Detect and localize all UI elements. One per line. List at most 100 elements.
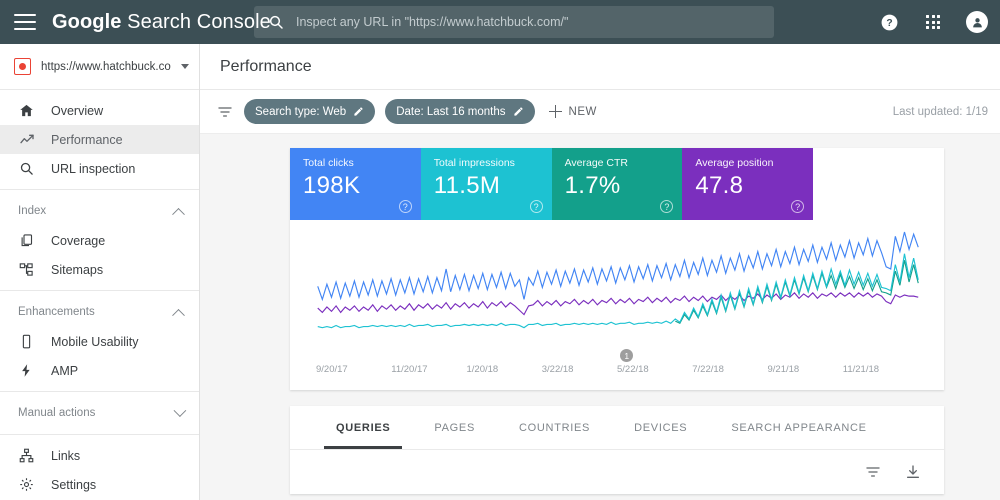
tab-queries[interactable]: QUERIES xyxy=(314,406,412,449)
top-app-bar: Google Search Console ? xyxy=(0,0,1000,44)
brand-google: Google xyxy=(52,10,122,33)
chart-x-tick-label: 11/21/18 xyxy=(842,364,880,375)
hamburger-menu-icon[interactable] xyxy=(14,14,36,30)
chart-x-tick-label: 9/20/17 xyxy=(316,364,348,375)
brand-product: Search Console xyxy=(121,10,271,33)
sitemap-icon xyxy=(18,261,35,278)
table-toolbar xyxy=(290,450,944,494)
chart-series-total-impressions xyxy=(318,232,918,299)
metric-value: 11.5M xyxy=(433,172,501,199)
last-updated-label: Last updated: 1/19 xyxy=(892,105,988,118)
search-input[interactable] xyxy=(296,15,736,29)
app-brand-title: Google Search Console xyxy=(52,11,271,34)
sidebar-section-index: Index Coverage Sitemaps xyxy=(0,190,199,291)
pages-copy-icon xyxy=(18,232,35,249)
sidebar-item-links[interactable]: Links xyxy=(0,441,199,470)
chart-x-tick-label: 5/22/18 xyxy=(617,364,649,375)
chart-series-average-ctr xyxy=(675,260,918,323)
chart-x-tick-label: 9/21/18 xyxy=(767,364,800,375)
sidebar-item-label: Sitemaps xyxy=(51,262,104,277)
performance-scroll-region[interactable]: Total clicks 198K ? Total impressions 11… xyxy=(200,134,1000,500)
sidebar-item-label: Settings xyxy=(51,477,97,492)
metric-cards: Total clicks 198K ? Total impressions 11… xyxy=(290,148,944,220)
filter-icon[interactable] xyxy=(864,463,882,481)
filter-chip-label: Date: Last 16 months xyxy=(396,105,506,118)
sidebar: https://www.hatchbuck.com/ Overview Perf… xyxy=(0,44,200,500)
sidebar-item-label: URL inspection xyxy=(51,161,136,176)
filter-chip-search-type[interactable]: Search type: Web xyxy=(244,99,376,124)
sidebar-item-url-inspection[interactable]: URL inspection xyxy=(0,154,199,183)
url-inspection-search-box[interactable] xyxy=(254,6,774,38)
metric-card-total-impressions[interactable]: Total impressions 11.5M ? xyxy=(420,148,552,220)
filter-chip-date[interactable]: Date: Last 16 months xyxy=(385,99,535,124)
metric-card-average-ctr[interactable]: Average CTR 1.7% ? xyxy=(551,148,683,220)
sidebar-section-manual-actions: Manual actions xyxy=(0,392,199,435)
sidebar-item-label: Overview xyxy=(51,103,104,118)
metric-value: 1.7% xyxy=(564,172,621,199)
metric-card-total-clicks[interactable]: Total clicks 198K ? xyxy=(290,148,421,220)
plus-icon xyxy=(548,105,562,118)
sidebar-item-label: Links xyxy=(51,448,81,463)
tab-devices[interactable]: DEVICES xyxy=(612,406,709,449)
filter-icon[interactable] xyxy=(216,103,234,121)
chart-annotation-marker[interactable]: 1 xyxy=(620,349,634,362)
chevron-up-icon xyxy=(172,308,185,322)
tab-pages[interactable]: PAGES xyxy=(412,406,497,449)
sidebar-section-header-index[interactable]: Index xyxy=(0,196,199,226)
mobile-phone-icon xyxy=(18,333,35,350)
chart-x-tick-label: 11/20/17 xyxy=(391,364,428,375)
sidebar-section-enhancements: Enhancements Mobile Usability AMP xyxy=(0,291,199,392)
tab-countries[interactable]: COUNTRIES xyxy=(497,406,612,449)
sidebar-section-title: Manual actions xyxy=(18,407,96,419)
chevron-down-icon xyxy=(173,403,187,417)
chart-x-tick-label: 7/22/18 xyxy=(692,364,724,375)
help-circle-icon[interactable]: ? xyxy=(791,200,805,213)
lightning-bolt-icon xyxy=(18,362,35,379)
links-network-icon xyxy=(18,447,35,464)
sidebar-item-mobile-usability[interactable]: Mobile Usability xyxy=(0,327,199,356)
sidebar-item-sitemaps[interactable]: Sitemaps xyxy=(0,255,199,284)
metric-label: Average position xyxy=(695,157,774,169)
performance-chart[interactable]: 1 9/20/17 11/20/17 1/20/18 3/22/18 5/22/18 7/… xyxy=(290,220,944,390)
home-icon xyxy=(18,102,35,119)
tab-search-appearance[interactable]: SEARCH APPEARANCE xyxy=(709,406,888,449)
sidebar-section-title: Enhancements xyxy=(18,306,95,318)
trending-up-icon xyxy=(18,131,35,148)
help-icon[interactable]: ? xyxy=(878,11,900,33)
search-icon xyxy=(18,160,35,177)
gear-icon xyxy=(18,476,35,493)
sidebar-item-coverage[interactable]: Coverage xyxy=(0,226,199,255)
pencil-icon xyxy=(513,107,523,116)
sidebar-item-settings[interactable]: Settings xyxy=(0,470,199,499)
metric-label: Total clicks xyxy=(303,157,354,169)
performance-summary-card: Total clicks 198K ? Total impressions 11… xyxy=(290,148,944,390)
download-icon[interactable] xyxy=(904,463,922,481)
chart-series-total-clicks xyxy=(318,254,918,328)
metric-card-empty-slot xyxy=(813,148,944,220)
sidebar-section-title: Index xyxy=(18,205,47,217)
property-target-icon xyxy=(14,58,31,75)
chart-x-axis: 9/20/17 11/20/17 1/20/18 3/22/18 5/22/18 7/22… xyxy=(290,364,944,378)
new-filter-button[interactable]: NEW xyxy=(548,105,597,118)
apps-grid-icon[interactable] xyxy=(922,11,944,33)
sidebar-item-overview[interactable]: Overview xyxy=(0,96,199,125)
help-circle-icon[interactable]: ? xyxy=(529,200,543,213)
pencil-icon xyxy=(354,107,363,116)
filter-toolbar: Search type: Web Date: Last 16 months NE… xyxy=(200,90,1000,134)
sidebar-item-amp[interactable]: AMP xyxy=(0,356,199,385)
sidebar-section-header-manual-actions[interactable]: Manual actions xyxy=(0,398,199,428)
property-url-label: https://www.hatchbuck.com/ xyxy=(41,60,171,73)
account-avatar-icon[interactable] xyxy=(966,11,988,33)
sidebar-section-header-enhancements[interactable]: Enhancements xyxy=(0,297,199,327)
sidebar-item-performance[interactable]: Performance xyxy=(0,125,199,154)
metric-card-average-position[interactable]: Average position 47.8 ? xyxy=(682,148,814,220)
property-selector[interactable]: https://www.hatchbuck.com/ xyxy=(0,44,199,90)
detail-table-card: QUERIES PAGES COUNTRIES DEVICES SEARCH APPEA… xyxy=(290,406,944,494)
chart-x-tick-label: 3/22/18 xyxy=(541,364,574,375)
main-content: Performance Search type: Web Date: Last … xyxy=(200,44,1000,500)
help-circle-icon[interactable]: ? xyxy=(660,200,674,213)
metric-label: Average CTR xyxy=(564,157,629,169)
help-circle-icon[interactable]: ? xyxy=(398,200,412,213)
sidebar-item-label: Coverage xyxy=(51,233,106,248)
metric-value: 47.8 xyxy=(695,172,744,199)
